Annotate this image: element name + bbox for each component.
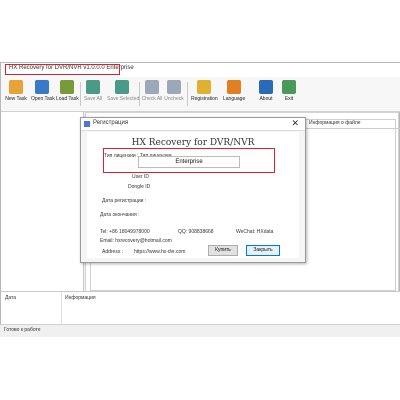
registration-button[interactable]: Registration — [191, 80, 218, 102]
open-task-button[interactable]: Open Task — [31, 80, 55, 102]
about-icon — [259, 80, 273, 94]
status-text: Готово к работе — [4, 327, 41, 333]
log-header-info[interactable]: Информация — [65, 295, 96, 301]
app-icon — [84, 121, 90, 127]
exit-button[interactable]: Exit — [278, 80, 300, 102]
title-highlight-box — [5, 64, 120, 75]
phone-text: Tel: +86 18049978000 — [100, 229, 150, 235]
email-text: Email: hxrecovery@hotmail.com — [100, 238, 172, 244]
toolbar-separator — [187, 82, 188, 106]
key-icon — [197, 80, 211, 94]
user-id-label: User ID — [132, 174, 149, 180]
address-label: Address : — [102, 249, 124, 255]
reg-date-label: Дата регистрации : — [102, 198, 147, 204]
close-button[interactable]: Закрыть — [246, 245, 280, 256]
save-selected-icon — [115, 80, 129, 94]
license-highlight-box — [103, 148, 275, 173]
load-task-icon — [60, 80, 74, 94]
open-task-icon — [35, 80, 49, 94]
check-all-icon — [145, 80, 159, 94]
save-all-button[interactable]: Save All — [82, 80, 104, 102]
close-icon[interactable]: ✕ — [291, 118, 299, 129]
save-all-icon — [86, 80, 100, 94]
website-link[interactable]: https://www.hx-dvr.com — [134, 249, 185, 255]
status-bar: Готово к работе — [0, 324, 400, 337]
toolbar-separator — [80, 82, 81, 106]
new-task-button[interactable]: New Task — [5, 80, 27, 102]
app-name-heading: HX Recovery for DVR/NVR — [131, 138, 255, 148]
dongle-id-label: Dongle ID — [128, 184, 151, 190]
exit-icon — [282, 80, 296, 94]
new-task-icon — [9, 80, 23, 94]
save-selected-button[interactable]: Save Selected — [107, 80, 139, 102]
about-button[interactable]: About — [255, 80, 277, 102]
wechat-text: WeChat: HXdata — [236, 229, 274, 235]
dialog-title: Регистрация — [93, 120, 129, 126]
file-info-header[interactable]: Информация о файле — [305, 120, 400, 129]
check-all-button[interactable]: Check All — [141, 80, 163, 102]
toolbar: New Task Open Task Load Task Save All Sa… — [1, 77, 400, 112]
language-button[interactable]: Language — [223, 80, 245, 102]
uncheck-icon — [167, 80, 181, 94]
dialog-title-bar: Регистрация ✕ — [81, 118, 305, 131]
title-bar: HX Recovery for DVR/NVR v1.0.0.0 Enterpr… — [1, 63, 400, 77]
device-tree-pane[interactable] — [1, 112, 84, 295]
qq-text: QQ: 908838668 — [178, 229, 214, 235]
purchase-button[interactable]: Купить — [208, 245, 238, 256]
load-task-button[interactable]: Load Task — [56, 80, 79, 102]
toolbar-separator — [139, 82, 140, 106]
expire-date-label: Дата окончания : — [100, 212, 140, 218]
log-header-date[interactable]: Дата — [5, 295, 16, 301]
language-icon — [227, 80, 241, 94]
uncheck-button[interactable]: Uncheck — [163, 80, 185, 102]
